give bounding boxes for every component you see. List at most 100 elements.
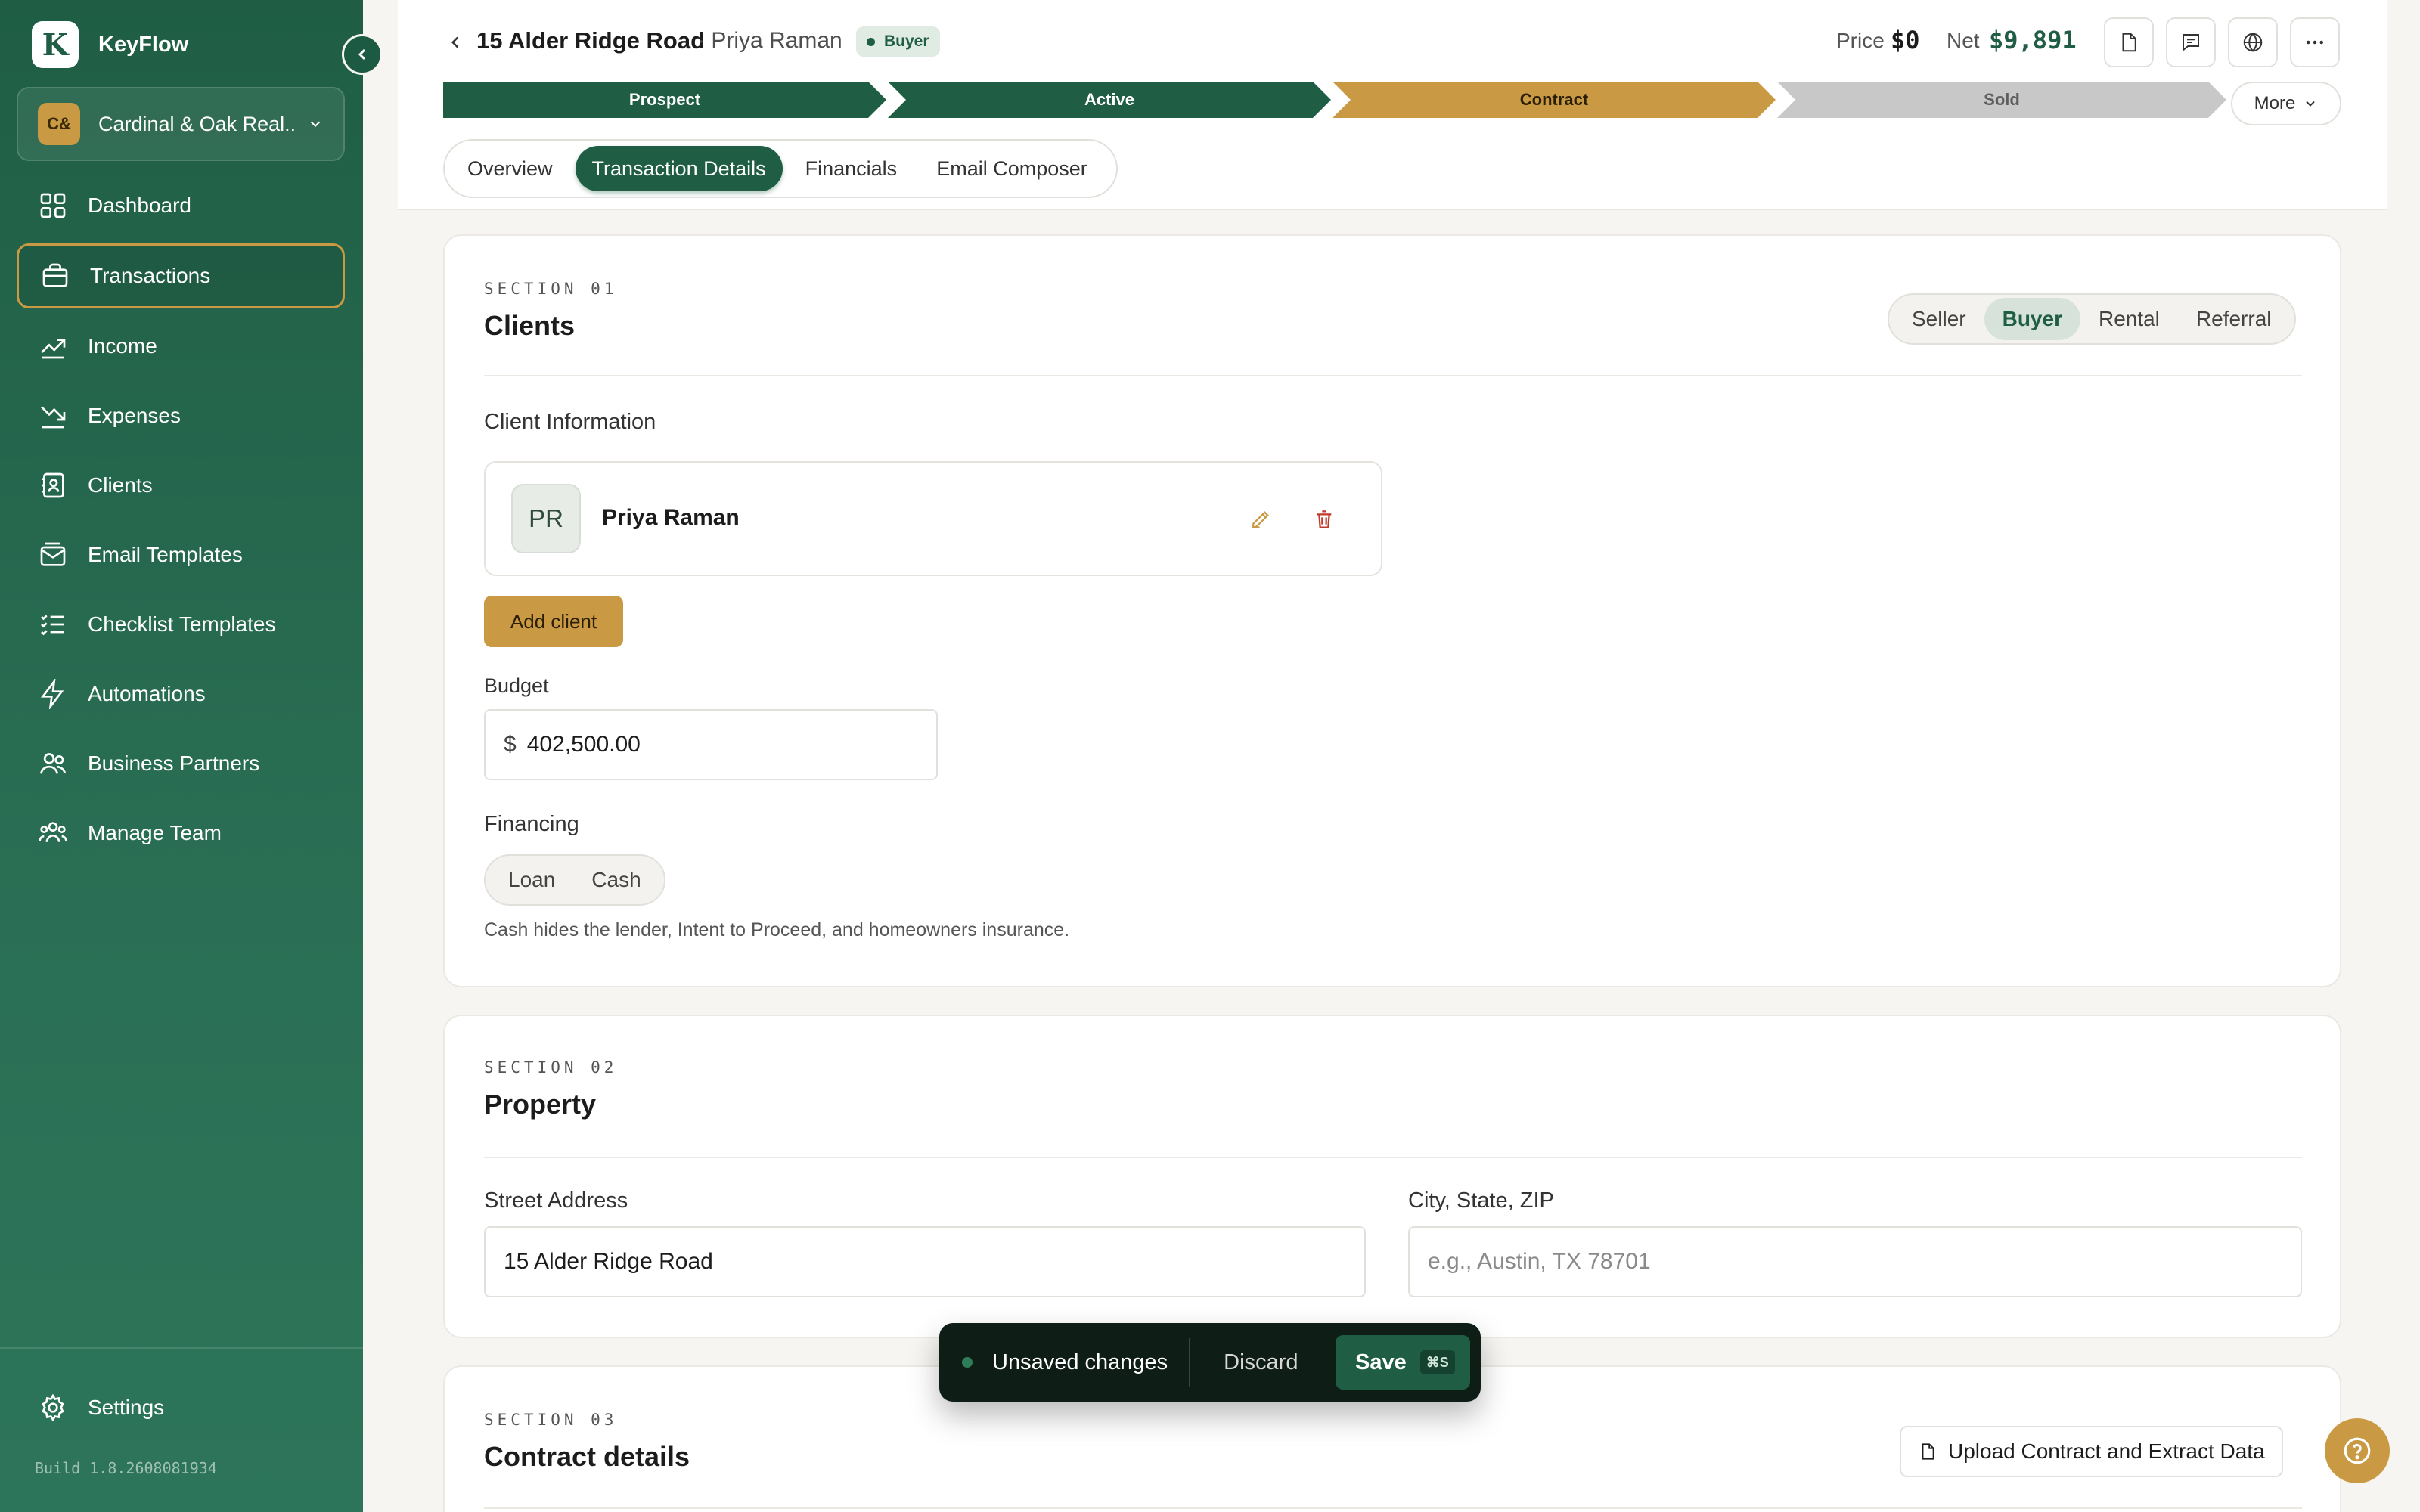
transaction-type-toggle: Seller Buyer Rental Referral — [1888, 293, 2296, 345]
sidebar: K KeyFlow C& Cardinal & Oak Real.. Dashb… — [0, 0, 363, 1512]
sidebar-item-manage-team[interactable]: Manage Team — [17, 801, 345, 865]
financing-toggle: Loan Cash — [484, 854, 666, 906]
financing-label: Financing — [484, 812, 579, 836]
unsaved-dot-icon — [962, 1357, 973, 1368]
stage-prospect[interactable]: Prospect — [443, 82, 886, 118]
sidebar-item-automations[interactable]: Automations — [17, 662, 345, 726]
website-button[interactable] — [2228, 17, 2278, 67]
sidebar-item-dashboard[interactable]: Dashboard — [17, 174, 345, 237]
briefcase-icon — [42, 263, 68, 287]
street-address-input[interactable]: 15 Alder Ridge Road — [484, 1226, 1366, 1297]
org-switcher[interactable]: C& Cardinal & Oak Real.. — [17, 87, 345, 161]
type-buyer[interactable]: Buyer — [1984, 298, 2080, 340]
financing-hint: Cash hides the lender, Intent to Proceed… — [484, 919, 1070, 940]
city-state-zip-input[interactable]: e.g., Austin, TX 78701 — [1408, 1226, 2302, 1297]
add-client-button[interactable]: Add client — [484, 596, 623, 647]
collapse-sidebar-button[interactable] — [342, 34, 383, 75]
financing-cash[interactable]: Cash — [573, 859, 659, 901]
sidebar-item-label: Income — [88, 334, 157, 358]
sidebar-item-income[interactable]: Income — [17, 314, 345, 378]
comments-button[interactable] — [2166, 17, 2216, 67]
clients-section: SECTION 01 Clients Seller Buyer Rental R… — [443, 234, 2341, 987]
net-label: Net — [1947, 29, 1980, 52]
type-rental[interactable]: Rental — [2080, 298, 2178, 340]
sidebar-item-transactions[interactable]: Transactions — [17, 243, 345, 308]
currency-prefix: $ — [504, 732, 517, 757]
stage-active[interactable]: Active — [888, 82, 1331, 118]
build-version: Build 1.8.2608081934 — [35, 1459, 217, 1477]
settings-label: Settings — [88, 1396, 165, 1419]
help-icon — [2344, 1437, 2371, 1464]
mail-icon — [40, 542, 66, 566]
org-badge: C& — [38, 103, 80, 145]
save-label: Save — [1355, 1349, 1407, 1374]
tab-financials[interactable]: Financials — [789, 146, 914, 191]
status-badge-label: Buyer — [884, 33, 929, 50]
type-seller[interactable]: Seller — [1894, 298, 1984, 340]
transaction-header: 15 Alder Ridge Road · Priya Raman Buyer … — [398, 0, 2387, 210]
section-label: SECTION 01 — [484, 280, 618, 298]
trend-down-icon — [41, 406, 66, 429]
street-address-label: Street Address — [484, 1188, 628, 1213]
sidebar-item-clients[interactable]: Clients — [17, 454, 345, 517]
section-label: SECTION 03 — [484, 1411, 618, 1429]
gear-icon — [42, 1393, 64, 1422]
stage-contract[interactable]: Contract — [1333, 82, 1776, 118]
client-card: PR Priya Raman — [484, 461, 1382, 576]
save-button[interactable]: Save ⌘S — [1336, 1335, 1470, 1390]
pipeline-stages: Prospect Active Contract Sold — [443, 82, 2226, 118]
sidebar-item-business-partners[interactable]: Business Partners — [17, 732, 345, 795]
contacts-icon — [42, 472, 64, 498]
client-subtitle: · Priya Raman — [697, 28, 842, 53]
section-title: Property — [484, 1089, 597, 1120]
delete-client-button[interactable] — [1307, 502, 1342, 537]
tab-overview[interactable]: Overview — [451, 146, 569, 191]
document-button[interactable] — [2104, 17, 2154, 67]
tab-transaction-details[interactable]: Transaction Details — [575, 146, 783, 191]
section-divider — [484, 1157, 2302, 1158]
chevron-down-icon — [310, 121, 321, 128]
sidebar-item-settings[interactable]: Settings — [17, 1376, 345, 1439]
edit-client-button[interactable] — [1243, 502, 1278, 537]
chevron-left-icon — [358, 48, 366, 60]
document-icon — [2122, 33, 2136, 52]
brand[interactable]: K KeyFlow — [32, 21, 188, 68]
tab-email-composer[interactable]: Email Composer — [920, 146, 1104, 191]
client-info-label: Client Information — [484, 410, 656, 434]
team-icon — [39, 822, 67, 842]
budget-label: Budget — [484, 674, 549, 697]
property-section: SECTION 02 Property Street Address 15 Al… — [443, 1015, 2341, 1338]
status-dot-icon — [867, 37, 875, 46]
street-address-value: 15 Alder Ridge Road — [504, 1249, 713, 1274]
financing-loan[interactable]: Loan — [490, 859, 573, 901]
sidebar-item-expenses[interactable]: Expenses — [17, 384, 345, 448]
sidebar-item-label: Email Templates — [88, 543, 243, 566]
partners-icon — [39, 753, 67, 774]
help-button[interactable] — [2325, 1418, 2390, 1483]
more-actions-button[interactable] — [2290, 17, 2340, 67]
sidebar-item-label: Business Partners — [88, 751, 260, 775]
discard-button[interactable]: Discard — [1224, 1350, 1298, 1375]
chevron-down-icon — [2306, 101, 2316, 107]
tab-bar: Overview Transaction Details Financials … — [443, 139, 1118, 198]
section-label: SECTION 02 — [484, 1058, 618, 1077]
sidebar-item-label: Automations — [88, 682, 206, 705]
type-referral[interactable]: Referral — [2178, 298, 2290, 340]
upload-contract-button[interactable]: Upload Contract and Extract Data — [1900, 1426, 2283, 1477]
grid-icon — [40, 193, 66, 218]
checklist-icon — [41, 615, 64, 636]
comment-icon — [2183, 34, 2199, 52]
more-stages-button[interactable]: More — [2231, 82, 2341, 125]
section-divider — [484, 1507, 2302, 1509]
document-icon — [1922, 1443, 1934, 1460]
toast-divider — [1189, 1338, 1191, 1387]
price-value: $0 — [1891, 26, 1920, 54]
budget-input[interactable]: $ 402,500.00 — [484, 709, 938, 780]
sidebar-item-checklist-templates[interactable]: Checklist Templates — [17, 593, 345, 656]
sidebar-item-email-templates[interactable]: Email Templates — [17, 523, 345, 587]
globe-icon — [2243, 33, 2263, 52]
back-button[interactable] — [442, 29, 469, 56]
upload-contract-label: Upload Contract and Extract Data — [1948, 1439, 2265, 1463]
stage-sold[interactable]: Sold — [1777, 82, 2226, 118]
status-badge: Buyer — [856, 26, 940, 57]
